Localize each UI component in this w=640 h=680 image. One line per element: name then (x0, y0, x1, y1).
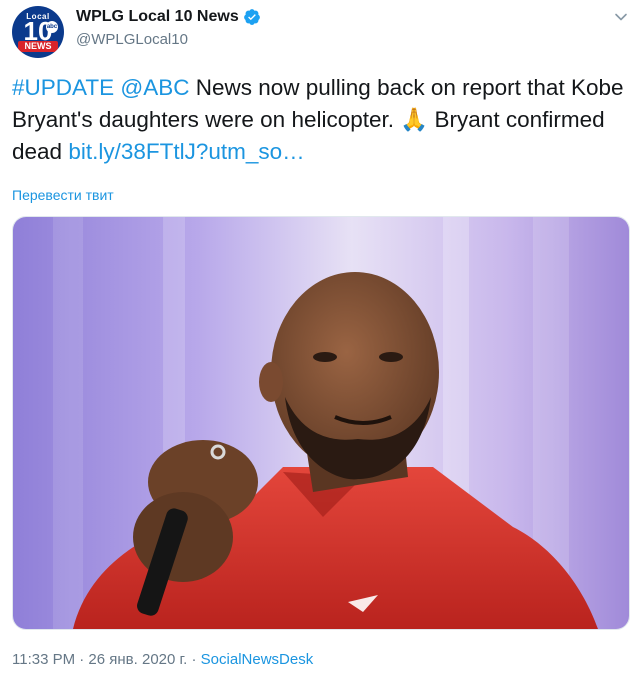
verified-badge-icon (243, 9, 260, 25)
url-link[interactable]: bit.ly/38FTtlJ?utm_so… (68, 139, 304, 164)
timestamp[interactable]: 11:33 PM · 26 янв. 2020 г. (12, 651, 187, 668)
avatar[interactable]: Local 10 abc NEWS (12, 6, 64, 58)
avatar-logo-badge: abc (46, 21, 58, 33)
tweet-meta: 11:33 PM · 26 янв. 2020 г. · SocialNewsD… (12, 651, 313, 668)
tweet-text: #UPDATE @ABC News now pulling back on re… (12, 72, 628, 168)
avatar-logo-bottom: NEWS (18, 41, 58, 52)
author-name-row[interactable]: WPLG Local 10 News (76, 8, 261, 26)
meta-separator: · (187, 651, 201, 668)
translate-tweet-link[interactable]: Перевести твит (12, 187, 114, 203)
chevron-down-icon[interactable] (614, 10, 628, 24)
author-handle[interactable]: @WPLGLocal10 (76, 31, 188, 48)
tweet-card: Local 10 abc NEWS WPLG Local 10 News @WP… (0, 0, 640, 680)
source-app-link[interactable]: SocialNewsDesk (201, 651, 314, 668)
mention-link[interactable]: @ABC (120, 75, 189, 100)
praying-hands-emoji: 🙏 (400, 107, 429, 132)
tweet-photo[interactable] (12, 216, 630, 630)
hashtag-link[interactable]: #UPDATE (12, 75, 114, 100)
display-name[interactable]: WPLG Local 10 News (76, 8, 239, 26)
photo-illustration (13, 217, 629, 629)
